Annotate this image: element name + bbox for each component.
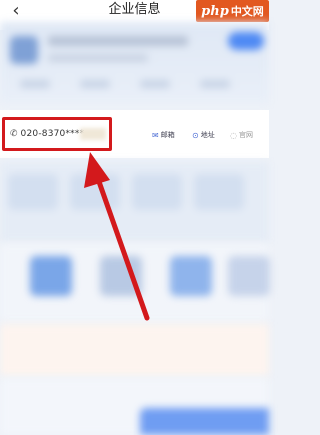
annotation-arrow	[84, 152, 150, 321]
